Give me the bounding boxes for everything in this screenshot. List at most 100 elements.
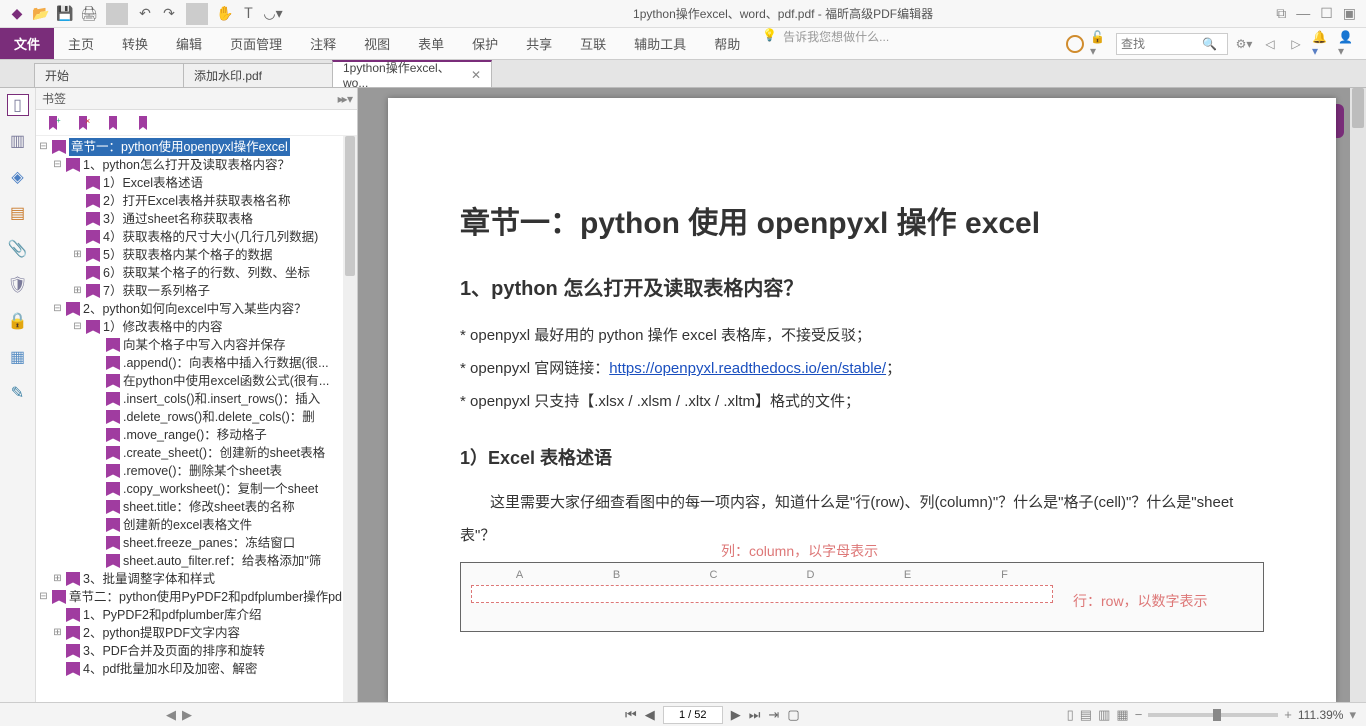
view-single-icon[interactable]: ▯	[1067, 707, 1074, 723]
bookmark-item[interactable]: ⊟1、python怎么打开及读取表格内容？	[36, 156, 357, 174]
tell-me-input[interactable]: 告诉我您想做什么...	[783, 28, 889, 59]
page-prev-icon[interactable]: ◀	[645, 707, 655, 723]
tree-toggle-icon[interactable]: ⊟	[72, 318, 83, 336]
bookmark-delete-icon[interactable]: ×	[76, 115, 92, 131]
qat-more-icon[interactable]: ◡▾	[262, 3, 284, 25]
rail-pages-icon[interactable]: ▥	[7, 130, 29, 152]
rail-layers-icon[interactable]: ◈	[7, 166, 29, 188]
ribbon-tab[interactable]: 互联	[566, 28, 620, 59]
rail-comments-icon[interactable]: ▤	[7, 202, 29, 224]
bell-icon[interactable]: 🔔▾	[1312, 34, 1332, 54]
bookmark-item[interactable]: ·4、pdf批量加水印及加密、解密	[36, 660, 357, 678]
qat-undo-icon[interactable]: ↶	[134, 3, 156, 25]
ribbon-file-tab[interactable]: 文件	[0, 28, 54, 59]
bookmark-item[interactable]: ⊞2、python提取PDF文字内容	[36, 624, 357, 642]
bookmark-item[interactable]: ·.delete_rows()和.delete_cols()：删	[36, 408, 357, 426]
bookmark-star-icon[interactable]	[106, 115, 122, 131]
bookmark-item[interactable]: ⊟2、python如何向excel中写入某些内容？	[36, 300, 357, 318]
ribbon-tab[interactable]: 帮助	[700, 28, 754, 59]
share-icon[interactable]: 🔓▾	[1090, 34, 1110, 54]
gear-icon[interactable]: ⚙▾	[1234, 34, 1254, 54]
tree-toggle-icon[interactable]: ⊟	[52, 156, 63, 174]
window-maximize-icon[interactable]: ☐	[1320, 5, 1333, 22]
tree-toggle-icon[interactable]: ⊞	[72, 282, 83, 300]
bookmark-item[interactable]: ·1）Excel表格述语	[36, 174, 357, 192]
rail-attachments-icon[interactable]: 📎	[7, 238, 29, 260]
page-fit-icon[interactable]: ▢	[787, 707, 799, 723]
status-panel-left-icon[interactable]: ◀	[166, 707, 176, 723]
bookmark-item[interactable]: ·.move_range()：移动格子	[36, 426, 357, 444]
qat-hand-icon[interactable]: ✋	[214, 3, 236, 25]
bookmark-add-icon[interactable]: +	[46, 115, 62, 131]
view-cont-facing-icon[interactable]: ▦	[1116, 707, 1128, 723]
close-icon[interactable]: ✕	[471, 68, 481, 82]
bookmark-item[interactable]: ⊟章节一：python使用openpyxl操作excel	[36, 138, 357, 156]
record-icon[interactable]	[1066, 35, 1084, 53]
tree-toggle-icon[interactable]: ⊟	[38, 588, 49, 606]
bookmark-item[interactable]: ·3、PDF合并及页面的排序和旋转	[36, 642, 357, 660]
doc-tab[interactable]: 添加水印.pdf	[183, 63, 333, 87]
rail-sign-icon[interactable]: ✎	[7, 382, 29, 404]
bookmark-item[interactable]: ·.copy_worksheet()：复制一个sheet	[36, 480, 357, 498]
zoom-dropdown-icon[interactable]: ▾	[1349, 707, 1356, 723]
tree-toggle-icon[interactable]: ⊞	[52, 570, 63, 588]
ribbon-tab[interactable]: 主页	[54, 28, 108, 59]
qat-save-icon[interactable]: 💾	[54, 3, 76, 25]
view-facing-icon[interactable]: ▥	[1098, 707, 1110, 723]
bookmark-item[interactable]: ⊞3、批量调整字体和样式	[36, 570, 357, 588]
bookmark-item[interactable]: ·1、PyPDF2和pdfplumber库介绍	[36, 606, 357, 624]
panel-collapse-icon[interactable]: ▸▸ ▾	[338, 92, 351, 106]
tree-toggle-icon[interactable]: ⊞	[52, 624, 63, 642]
qat-print-icon[interactable]: 🖨	[78, 3, 100, 25]
nav-next-icon[interactable]: ▷	[1286, 34, 1306, 54]
zoom-out-icon[interactable]: −	[1135, 707, 1143, 722]
zoom-slider[interactable]	[1148, 713, 1278, 717]
zoom-value[interactable]: 111.39%	[1298, 708, 1344, 722]
window-minimize-icon[interactable]: —	[1296, 5, 1310, 22]
window-close-icon[interactable]: ▣	[1343, 5, 1356, 22]
rail-security-icon[interactable]: 🛡	[7, 274, 29, 296]
bookmark-item[interactable]: ·4）获取表格的尺寸大小(几行几列数据)	[36, 228, 357, 246]
ribbon-tab[interactable]: 页面管理	[216, 28, 296, 59]
rail-fields-icon[interactable]: ▦	[7, 346, 29, 368]
search-input[interactable]	[1117, 37, 1202, 51]
bookmark-item[interactable]: ⊟1）修改表格中的内容	[36, 318, 357, 336]
rail-bookmarks-icon[interactable]: ▯	[7, 94, 29, 116]
bookmark-item[interactable]: ·.insert_cols()和.insert_rows()：插入	[36, 390, 357, 408]
ribbon-tab[interactable]: 共享	[512, 28, 566, 59]
user-icon[interactable]: 👤▾	[1338, 34, 1358, 54]
doc-link[interactable]: https://openpyxl.readthedocs.io/en/stabl…	[609, 360, 886, 377]
rail-lock-icon[interactable]: 🔒	[7, 310, 29, 332]
doc-scrollbar[interactable]	[1350, 88, 1366, 702]
ribbon-tab[interactable]: 辅助工具	[620, 28, 700, 59]
bookmark-item[interactable]: ·sheet.freeze_panes：冻结窗口	[36, 534, 357, 552]
bookmark-item[interactable]: ·2）打开Excel表格并获取表格名称	[36, 192, 357, 210]
qat-open-icon[interactable]: 📂	[30, 3, 52, 25]
bookmark-item[interactable]: ·3）通过sheet名称获取表格	[36, 210, 357, 228]
doc-tab[interactable]: 开始	[34, 63, 184, 87]
ribbon-tab[interactable]: 转换	[108, 28, 162, 59]
bookmark-item[interactable]: ⊞7）获取一系列格子	[36, 282, 357, 300]
bookmark-item[interactable]: ⊟章节二：python使用PyPDF2和pdfplumber操作pd	[36, 588, 357, 606]
ribbon-tab[interactable]: 视图	[350, 28, 404, 59]
search-icon[interactable]: 🔍	[1202, 37, 1217, 51]
view-continuous-icon[interactable]: ▤	[1080, 707, 1092, 723]
bookmark-item[interactable]: ⊞5）获取表格内某个格子的数据	[36, 246, 357, 264]
qat-redo-icon[interactable]: ↷	[158, 3, 180, 25]
page-jump-icon[interactable]: ⇥	[768, 707, 779, 723]
ribbon-tab[interactable]: 保护	[458, 28, 512, 59]
bookmark-item[interactable]: ·创建新的excel表格文件	[36, 516, 357, 534]
bookmark-expand-icon[interactable]	[136, 115, 152, 131]
bookmark-item[interactable]: ·sheet.auto_filter.ref：给表格添加"筛	[36, 552, 357, 570]
bookmark-item[interactable]: ·.remove()：删除某个sheet表	[36, 462, 357, 480]
panel-scrollbar[interactable]	[343, 136, 357, 702]
ribbon-tab[interactable]: 编辑	[162, 28, 216, 59]
bookmark-item[interactable]: ·sheet.title：修改sheet表的名称	[36, 498, 357, 516]
window-compact-icon[interactable]: ⧉	[1276, 5, 1286, 22]
status-panel-right-icon[interactable]: ▶	[182, 707, 192, 723]
nav-prev-icon[interactable]: ◁	[1260, 34, 1280, 54]
zoom-in-icon[interactable]: +	[1284, 707, 1292, 722]
qat-select-icon[interactable]: Ꭲ	[238, 3, 260, 25]
page-last-icon[interactable]: ⏭	[749, 707, 761, 723]
page-input[interactable]	[663, 706, 723, 724]
